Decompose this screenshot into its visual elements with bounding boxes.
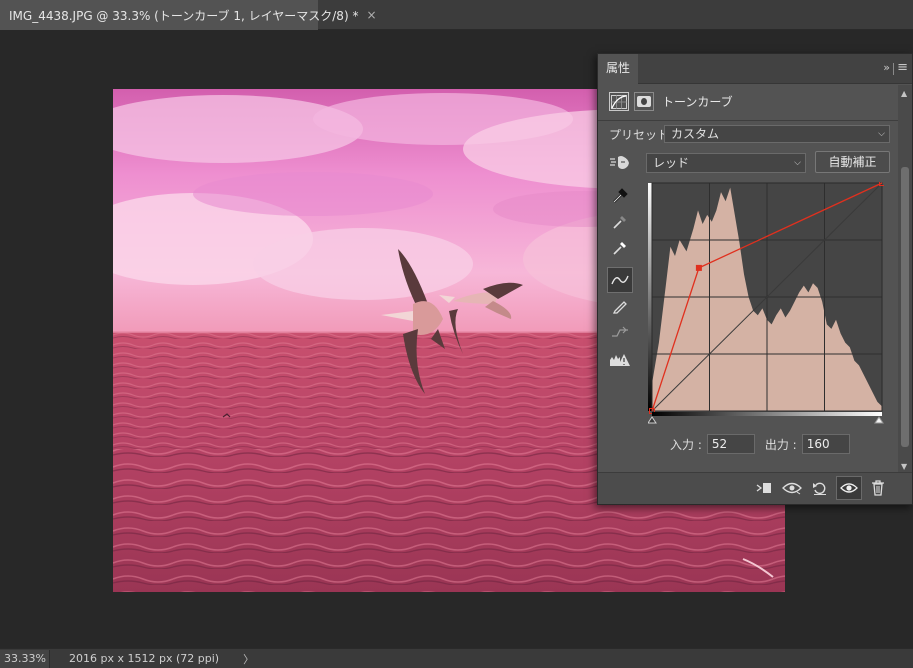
curves-adjustment-icon[interactable] (609, 92, 629, 111)
white-point-slider[interactable] (874, 416, 884, 424)
curves-graph[interactable] (647, 180, 885, 426)
preset-value: カスタム (671, 127, 720, 141)
tab-properties[interactable]: 属性 (598, 54, 638, 84)
panel-menu-icon[interactable]: ≡ (897, 60, 908, 75)
close-tab-icon[interactable]: × (366, 8, 376, 22)
view-previous-state-icon[interactable] (779, 476, 805, 500)
output-label: 出力 : (764, 437, 797, 452)
input-gradient-bar (652, 412, 882, 416)
status-menu-arrow[interactable]: 〉 (243, 651, 254, 667)
delete-adjustment-icon[interactable] (865, 476, 891, 500)
panel-footer (598, 472, 912, 504)
scroll-down-icon[interactable]: ▼ (901, 462, 907, 471)
zoom-level-field[interactable]: 33.33% (0, 649, 50, 668)
output-value-field[interactable]: 160 (801, 434, 850, 454)
document-tab[interactable]: IMG_4438.JPG @ 33.3% (トーンカーブ 1, レイヤーマスク/… (0, 0, 377, 30)
scrollbar-thumb[interactable] (901, 167, 909, 447)
panel-header-divider (893, 63, 894, 75)
input-output-row: 入力 : 52 出力 : 160 (670, 434, 850, 454)
panel-divider (598, 120, 898, 121)
layer-mask-icon[interactable] (634, 92, 654, 111)
input-value-field[interactable]: 52 (706, 434, 755, 454)
document-tab-bar: IMG_4438.JPG @ 33.3% (トーンカーブ 1, レイヤーマスク/… (0, 0, 913, 30)
document-size-info: 2016 px x 1512 px (72 ppi) (69, 652, 220, 665)
chevron-down-icon: ⌵ (794, 158, 801, 168)
channel-dropdown[interactable]: レッド ⌵ (646, 153, 806, 173)
black-point-slider[interactable] (647, 416, 657, 424)
white-point-eyedropper-icon[interactable] (607, 235, 633, 261)
gray-point-eyedropper-icon[interactable] (607, 209, 633, 235)
panel-tab-bar: 属性 » ≡ (598, 54, 912, 84)
targeted-adjustment-hand-icon[interactable] (609, 154, 631, 173)
preset-dropdown[interactable]: カスタム ⌵ (664, 125, 890, 143)
clip-to-layer-icon[interactable] (751, 476, 777, 500)
output-gradient-bar (648, 183, 652, 411)
input-label: 入力 : (670, 437, 702, 452)
chevron-down-icon: ⌵ (878, 129, 885, 139)
toggle-visibility-icon[interactable] (836, 476, 862, 500)
black-point-eyedropper-icon[interactable] (607, 183, 633, 209)
adjustment-header: トーンカーブ (609, 92, 733, 111)
edit-points-curve-icon[interactable] (607, 267, 633, 293)
channel-value: レッド (653, 156, 690, 170)
draw-curve-pencil-icon[interactable] (607, 293, 633, 319)
curve-tools (607, 183, 633, 373)
document-tab-title: IMG_4438.JPG @ 33.3% (トーンカーブ 1, レイヤーマスク/… (9, 8, 359, 23)
collapse-panel-icon[interactable]: » (883, 61, 890, 74)
smooth-curve-icon[interactable] (607, 319, 633, 345)
clipping-warning-icon[interactable] (607, 347, 633, 373)
adjustment-title: トーンカーブ (662, 95, 733, 109)
reset-adjustment-icon[interactable] (807, 476, 833, 500)
curve-control-point[interactable] (695, 264, 702, 271)
status-bar: 33.33% 2016 px x 1512 px (72 ppi) 〉 (0, 648, 913, 668)
panel-scrollbar[interactable]: ▲ ▼ (898, 85, 912, 473)
scroll-up-icon[interactable]: ▲ (901, 89, 907, 98)
auto-button[interactable]: 自動補正 (815, 151, 890, 173)
properties-panel: 属性 » ≡ トーンカーブ プリセット : カスタム ⌵ レッド ⌵ 自動補正 … (597, 53, 913, 505)
